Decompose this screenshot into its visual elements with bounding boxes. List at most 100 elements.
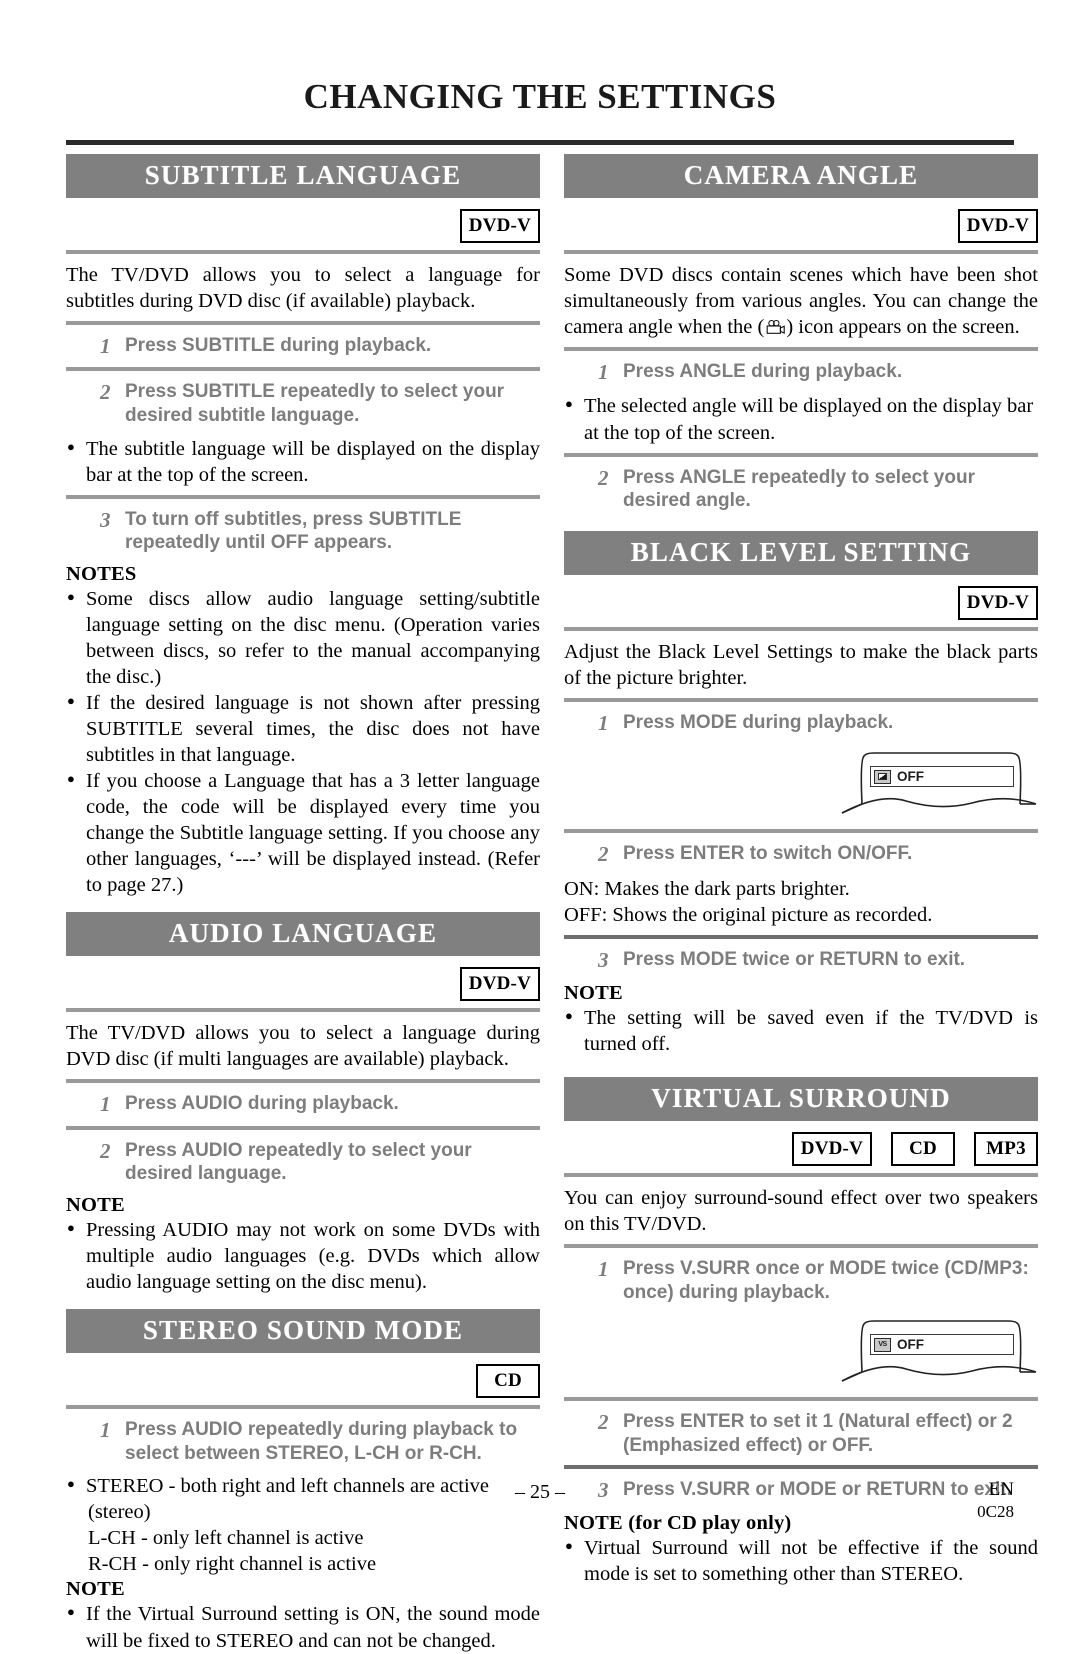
divider [564, 1172, 1038, 1177]
step-text: Press V.SURR once or MODE twice (CD/MP3:… [623, 1258, 1029, 1303]
bullet-item: The selected angle will be displayed on … [564, 392, 1038, 445]
section-audio-language: AUDIO LANGUAGE DVD-V The TV/DVD allows y… [66, 912, 540, 1295]
step-item: 2 Press ENTER to switch ON/OFF. [564, 842, 1038, 868]
step-text: Press AUDIO repeatedly during playback t… [125, 1419, 518, 1464]
note-item: If the desired language is not shown aft… [66, 689, 540, 768]
disc-badge-dvd-v: DVD-V [459, 967, 540, 1002]
section-heading: AUDIO LANGUAGE [66, 912, 540, 957]
manual-page: CHANGING THE SETTINGS SUBTITLE LANGUAGE … [0, 23, 1080, 1652]
note-item: Virtual Surround will not be effective i… [564, 1534, 1038, 1587]
step-number: 1 [100, 1418, 111, 1443]
disc-badge-cd: CD [476, 1364, 540, 1399]
disc-badge-dvd-v: DVD-V [459, 208, 540, 243]
disc-badge-dvd-v: DVD-V [791, 1131, 872, 1166]
section-heading: STEREO SOUND MODE [66, 1309, 540, 1354]
section-intro: The TV/DVD allows you to select a langua… [66, 263, 540, 312]
disc-badge-row: DVD-V [564, 208, 1038, 243]
disc-badge-mp3: MP3 [974, 1131, 1038, 1166]
divider [66, 1125, 540, 1130]
step-number: 3 [598, 948, 609, 973]
step-number: 1 [598, 1257, 609, 1282]
bullet-list: The selected angle will be displayed on … [564, 392, 1038, 445]
two-column-body: SUBTITLE LANGUAGE DVD-V The TV/DVD allow… [66, 153, 1038, 1654]
disc-badge-row: CD [66, 1364, 540, 1399]
step-text: Press SUBTITLE during playback. [125, 334, 432, 356]
disc-badge-cd: CD [891, 1131, 955, 1166]
step-item: 1 Press AUDIO repeatedly during playback… [66, 1418, 540, 1465]
divider [564, 1244, 1038, 1249]
page-footer: – 25 – EN 0C28 [0, 1479, 1080, 1535]
step-item: 2 Press ANGLE repeatedly to select your … [564, 466, 1038, 513]
page-number: – 25 – [515, 1481, 565, 1504]
disc-badge-row: DVD-V [66, 208, 540, 243]
divider [564, 697, 1038, 702]
footer-language-code: EN [988, 1479, 1014, 1501]
step-number: 1 [100, 1092, 111, 1117]
osd-status-bar: OFF [870, 766, 1014, 788]
divider [66, 1405, 540, 1410]
black-level-icon [874, 769, 891, 784]
step-number: 2 [598, 1410, 609, 1435]
step-number: 1 [598, 710, 609, 735]
step-item: 2 Press AUDIO repeatedly to select your … [66, 1139, 540, 1186]
step-item: 1 Press V.SURR once or MODE twice (CD/MP… [564, 1257, 1038, 1304]
section-intro: Some DVD discs contain scenes which have… [564, 262, 1038, 340]
disc-badge-row: DVD-V CD MP3 [564, 1131, 1038, 1166]
intro-text-after-icon: ) icon appears on the screen. [786, 315, 1020, 338]
section-intro: The TV/DVD allows you to select a langua… [66, 1022, 540, 1071]
section-heading: SUBTITLE LANGUAGE [66, 153, 540, 198]
page-title: CHANGING THE SETTINGS [303, 77, 777, 117]
section-heading: BLACK LEVEL SETTING [564, 530, 1038, 575]
bullet-item: The subtitle language will be displayed … [66, 435, 540, 488]
step-item: 3 Press MODE twice or RETURN to exit. [564, 948, 1038, 974]
step-item: 2 Press SUBTITLE repeatedly to select yo… [66, 380, 540, 427]
footer-codes: EN 0C28 [977, 1479, 1014, 1521]
step-number: 1 [100, 333, 111, 358]
step-item: 1 Press MODE during playback. [564, 711, 1038, 737]
divider [66, 494, 540, 499]
notes-list: If the Virtual Surround setting is ON, t… [66, 1600, 540, 1653]
notes-heading: NOTE [66, 1578, 125, 1601]
section-intro: You can enjoy surround-sound effect over… [564, 1186, 1038, 1235]
disc-badge-row: DVD-V [66, 967, 540, 1002]
divider [564, 249, 1038, 254]
notes-list: Some discs allow audio language setting/… [66, 585, 540, 898]
osd-value: OFF [897, 1336, 924, 1352]
note-item: If the Virtual Surround setting is ON, t… [66, 1600, 540, 1653]
notes-list: The setting will be saved even if the TV… [564, 1004, 1038, 1057]
step-text: Press ANGLE during playback. [623, 360, 903, 382]
step-item: 1 Press SUBTITLE during playback. [66, 334, 540, 360]
divider [564, 452, 1038, 457]
step-number: 2 [100, 380, 111, 405]
step-item: 1 Press ANGLE during playback. [564, 360, 1038, 386]
divider [66, 320, 540, 325]
left-column: SUBTITLE LANGUAGE DVD-V The TV/DVD allow… [66, 153, 540, 1654]
disc-badge-dvd-v: DVD-V [957, 585, 1038, 620]
divider [66, 249, 540, 254]
step-item: 2 Press ENTER to set it 1 (Natural effec… [564, 1410, 1038, 1457]
step-text: Press ENTER to switch ON/OFF. [623, 843, 913, 865]
section-camera-angle: CAMERA ANGLE DVD-V Some DVD discs contai… [564, 153, 1038, 513]
osd-value: OFF [897, 769, 924, 785]
section-subtitle-language: SUBTITLE LANGUAGE DVD-V The TV/DVD allow… [66, 153, 540, 898]
notes-list: Pressing AUDIO may not work on some DVDs… [66, 1216, 540, 1295]
step-text: To turn off subtitles, press SUBTITLE re… [125, 508, 462, 554]
step-number: 1 [598, 359, 609, 384]
footer-part-code: 0C28 [977, 1501, 1014, 1521]
step-number: 3 [100, 507, 111, 532]
movie-camera-icon [764, 317, 786, 334]
note-item: Pressing AUDIO may not work on some DVDs… [66, 1216, 540, 1295]
virtual-surround-glyph: VS [878, 1341, 887, 1349]
note-item: Some discs allow audio language setting/… [66, 585, 540, 690]
divider [564, 346, 1038, 351]
step-text: Press MODE twice or RETURN to exit. [623, 949, 966, 971]
divider [564, 829, 1038, 834]
divider [564, 1465, 1038, 1470]
step-number: 2 [598, 842, 609, 867]
step-item: 1 Press AUDIO during playback. [66, 1092, 540, 1118]
black-level-on-description: ON: Makes the dark parts brighter. [564, 878, 850, 901]
osd-status-bar: VS OFF [870, 1334, 1014, 1356]
step-text: Press MODE during playback. [623, 711, 894, 733]
section-intro: Adjust the Black Level Settings to make … [564, 640, 1038, 689]
section-heading: CAMERA ANGLE [564, 153, 1038, 198]
